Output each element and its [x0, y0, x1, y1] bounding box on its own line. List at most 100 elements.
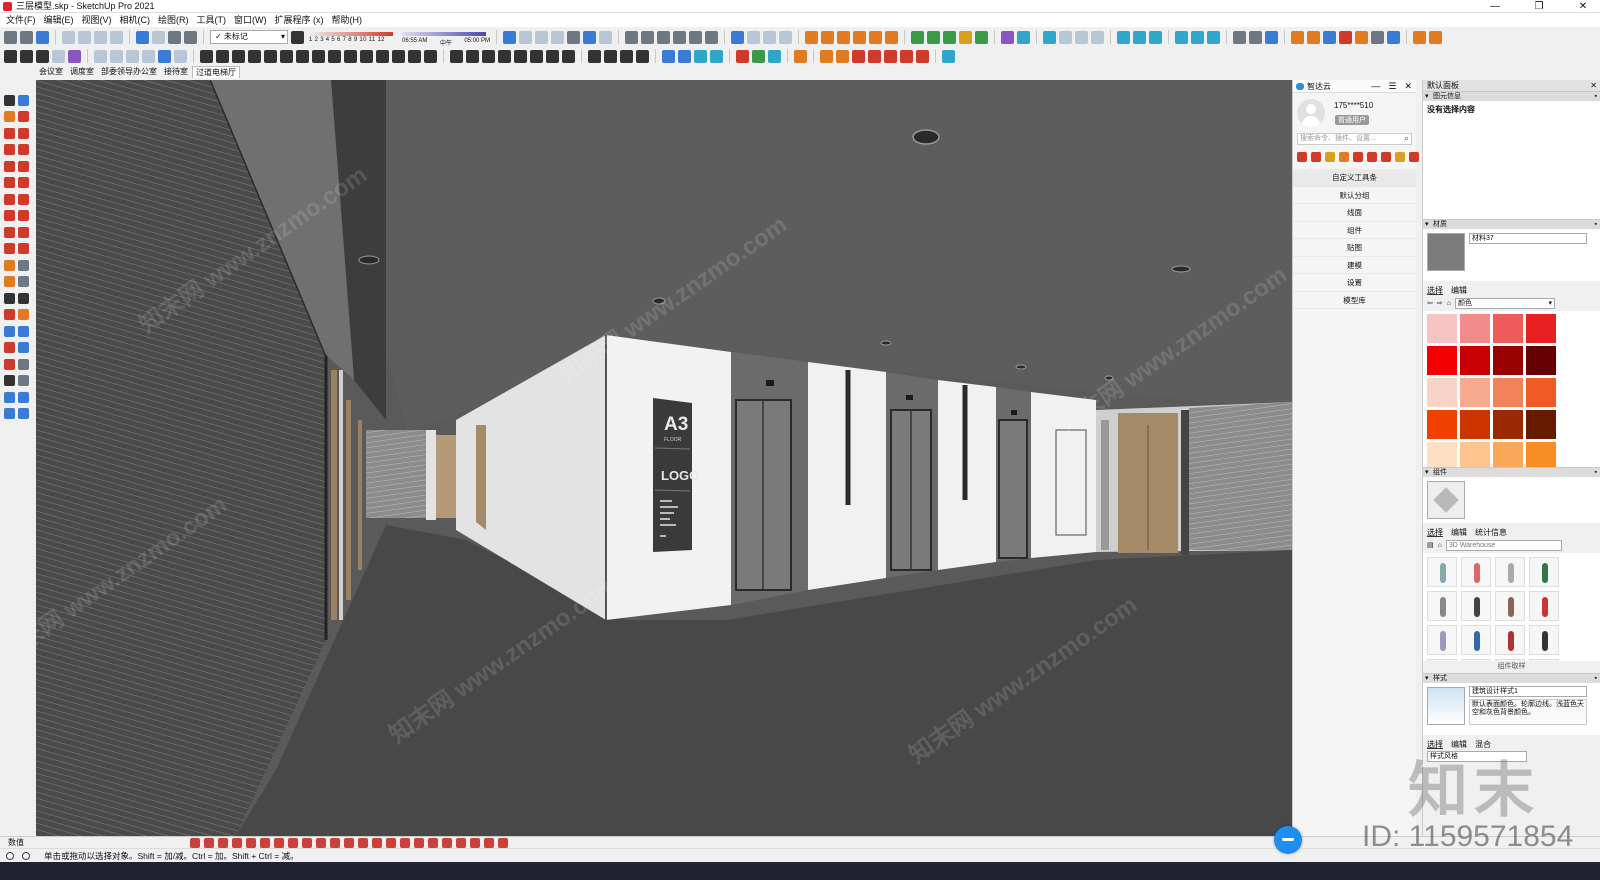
polygon-icon[interactable] — [18, 160, 29, 172]
solid-union-icon[interactable] — [805, 30, 818, 44]
print-icon[interactable] — [168, 30, 181, 44]
position-camera-icon[interactable] — [1207, 30, 1220, 44]
pie-icon[interactable] — [18, 193, 29, 205]
status-tool-3-icon[interactable] — [218, 838, 228, 848]
pen-tool-icon[interactable] — [1233, 30, 1246, 44]
eraser-icon[interactable] — [18, 111, 29, 123]
status-tool-15-icon[interactable] — [386, 838, 396, 848]
save-icon[interactable] — [36, 30, 49, 44]
group-tool-icon[interactable] — [1307, 30, 1320, 44]
menu-settings[interactable]: 设置 — [1293, 274, 1416, 292]
roof-icon[interactable] — [328, 49, 341, 63]
material-swatch-12[interactable] — [1526, 378, 1556, 407]
component-thumbnail-1[interactable] — [1427, 557, 1457, 587]
component-icon-c[interactable] — [126, 49, 139, 63]
component-sampler[interactable]: 组件取样 — [1423, 661, 1600, 673]
material-swatch-3[interactable] — [1493, 314, 1523, 343]
paste-icon[interactable] — [94, 30, 107, 44]
flip-tool-icon[interactable] — [1265, 30, 1278, 44]
ceiling-icon[interactable] — [344, 49, 357, 63]
menu-view[interactable]: 视图(V) — [80, 13, 118, 27]
furniture-icon[interactable] — [424, 49, 437, 63]
outer-shell-icon[interactable] — [885, 30, 898, 44]
status-tool-23-icon[interactable] — [498, 838, 508, 848]
redo-icon[interactable] — [152, 30, 165, 44]
vray-icon-b[interactable] — [836, 49, 849, 63]
section-fill-icon[interactable] — [763, 30, 776, 44]
scale-icon[interactable] — [694, 49, 707, 63]
trimble-connect-icon[interactable] — [1001, 30, 1014, 44]
component-thumbnail-12[interactable] — [1529, 625, 1559, 655]
material-swatch-8[interactable] — [1526, 346, 1556, 375]
material-swatch-10[interactable] — [1460, 378, 1490, 407]
share-model-icon[interactable] — [927, 30, 940, 44]
menu-window[interactable]: 窗口(W) — [232, 13, 273, 27]
column-icon[interactable] — [264, 49, 277, 63]
component-thumbnail-2[interactable] — [1461, 557, 1491, 587]
component-thumbnail-10[interactable] — [1461, 625, 1491, 655]
menu-textures[interactable]: 贴图 — [1293, 239, 1416, 257]
beam-icon[interactable] — [248, 49, 261, 63]
previous-view-icon[interactable] — [18, 342, 29, 354]
section-display-icon[interactable] — [747, 30, 760, 44]
shaded-icon[interactable] — [567, 30, 580, 44]
three-point-arc-icon[interactable] — [4, 193, 15, 205]
component-thumbnail-13[interactable] — [1427, 659, 1457, 661]
status-tool-18-icon[interactable] — [428, 838, 438, 848]
zoom-extents-icon[interactable] — [4, 342, 15, 354]
scene-tab-reception[interactable]: 接待室 — [161, 66, 191, 78]
plugin-a-icon[interactable] — [1413, 30, 1426, 44]
stamp-icon[interactable] — [1091, 30, 1104, 44]
shadow-date-slider[interactable]: 1 2 3 4 5 6 7 8 9 10 11 12 — [307, 30, 397, 44]
solid-trim-icon[interactable] — [853, 30, 866, 44]
warehouse-search-input[interactable]: 3D Warehouse — [1445, 539, 1562, 551]
panel-close-button[interactable]: ✕ — [1404, 80, 1412, 93]
offset-tool-icon[interactable] — [18, 243, 29, 255]
status-tool-11-icon[interactable] — [330, 838, 340, 848]
add-location-icon[interactable] — [1017, 30, 1030, 44]
view-options-icon[interactable]: ▤ — [1427, 541, 1434, 549]
solid-split-icon[interactable] — [869, 30, 882, 44]
material-swatch-15[interactable] — [1493, 410, 1523, 439]
vray-icon-g[interactable] — [916, 49, 929, 63]
share-component-icon[interactable] — [943, 30, 956, 44]
geo-location-icon[interactable] — [6, 852, 14, 860]
material-swatch-2[interactable] — [1460, 314, 1490, 343]
back-view-icon[interactable] — [689, 30, 702, 44]
iso-view-icon[interactable] — [625, 30, 638, 44]
plugin-b-icon[interactable] — [1429, 30, 1442, 44]
status-tool-2-icon[interactable] — [204, 838, 214, 848]
scale-tool-icon[interactable] — [1249, 30, 1262, 44]
material-tab-edit[interactable]: 编辑 — [1451, 285, 1467, 295]
orbit-icon[interactable] — [158, 49, 171, 63]
stair-icon[interactable] — [200, 49, 213, 63]
render-icon-c[interactable] — [768, 49, 781, 63]
sandbox-tool-b-icon[interactable] — [18, 391, 29, 403]
select-icon[interactable] — [4, 94, 15, 106]
menu-edit[interactable]: 编辑(E) — [42, 13, 80, 27]
solid-subtract-icon[interactable] — [821, 30, 834, 44]
curve-icon[interactable] — [466, 49, 479, 63]
settings-icon[interactable] — [174, 49, 187, 63]
material-swatch-18[interactable] — [1460, 442, 1490, 467]
section-plane-icon[interactable] — [731, 30, 744, 44]
material-swatch-9[interactable] — [1427, 378, 1457, 407]
status-tool-5-icon[interactable] — [246, 838, 256, 848]
menu-components[interactable]: 组件 — [1293, 222, 1416, 239]
quick-icon-9[interactable] — [1409, 152, 1419, 162]
spline-icon[interactable] — [482, 49, 495, 63]
component-icon-b[interactable] — [110, 49, 123, 63]
component-tab-statistics[interactable]: 统计信息 — [1475, 527, 1507, 537]
components-header[interactable]: 组件▪ — [1423, 467, 1600, 478]
window-icon[interactable] — [312, 49, 325, 63]
component-thumbnail-4[interactable] — [1529, 557, 1559, 587]
tray-close-icon[interactable]: ✕ — [1590, 80, 1597, 91]
top-view-icon[interactable] — [641, 30, 654, 44]
material-swatch-20[interactable] — [1526, 442, 1556, 467]
extrude-icon[interactable] — [546, 49, 559, 63]
two-point-arc-icon[interactable] — [18, 177, 29, 189]
dynamic-component-icon[interactable] — [1133, 30, 1146, 44]
align-icon[interactable] — [620, 49, 633, 63]
status-tool-4-icon[interactable] — [232, 838, 242, 848]
menu-camera[interactable]: 相机(C) — [118, 13, 157, 27]
